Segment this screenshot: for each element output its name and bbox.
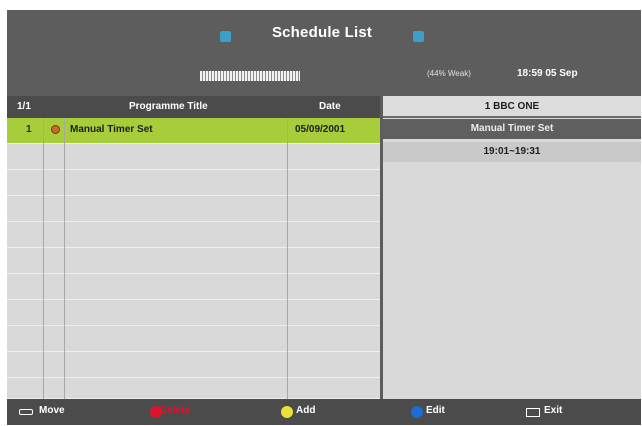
- table-row[interactable]: [7, 352, 380, 378]
- signal-quality-text: (44% Weak): [427, 69, 471, 78]
- table-row[interactable]: [7, 378, 380, 399]
- table-row[interactable]: [7, 274, 380, 300]
- page-title: Schedule List: [271, 24, 373, 41]
- detail-channel: 1 BBC ONE: [383, 96, 641, 118]
- table-row[interactable]: [7, 248, 380, 274]
- column-divider: [64, 118, 65, 399]
- row-date: 05/09/2001: [295, 124, 346, 135]
- exit-icon[interactable]: [526, 408, 540, 417]
- table-row[interactable]: [7, 144, 380, 170]
- yellow-button-icon[interactable]: [281, 406, 293, 418]
- table-row[interactable]: [7, 196, 380, 222]
- header: Schedule List: [7, 10, 641, 60]
- arrow-right-icon[interactable]: [413, 31, 424, 42]
- table-row[interactable]: 1 Manual Timer Set 05/09/2001: [7, 118, 380, 144]
- signal-strength-bar: [200, 71, 300, 81]
- timer-record-icon: [51, 125, 60, 134]
- row-programme-title: Manual Timer Set: [70, 124, 153, 135]
- schedule-table: 1/1 Programme Title Date 1 Manual Timer …: [7, 96, 380, 399]
- schedule-list-screen: Schedule List (44% Weak) 18:59 05 Sep 1/…: [7, 10, 641, 425]
- detail-time: 19:01~19:31: [383, 142, 641, 162]
- column-divider: [43, 118, 44, 399]
- table-row[interactable]: [7, 170, 380, 196]
- page-indicator: 1/1: [17, 101, 31, 112]
- footer-hints: Move Delete Add Edit Exit: [7, 399, 641, 425]
- column-divider: [287, 118, 288, 399]
- hint-edit: Edit: [426, 405, 445, 416]
- table-row[interactable]: [7, 300, 380, 326]
- hint-exit: Exit: [544, 405, 563, 416]
- column-date: Date: [319, 101, 341, 112]
- table-row[interactable]: [7, 326, 380, 352]
- hint-move: Move: [39, 405, 65, 416]
- clock: 18:59 05 Sep: [517, 68, 578, 79]
- arrow-left-icon[interactable]: [220, 31, 231, 42]
- detail-panel: 1 BBC ONE Manual Timer Set 19:01~19:31: [383, 96, 641, 399]
- navigation-arrows-icon: [19, 409, 33, 415]
- hint-delete: Delete: [160, 405, 191, 416]
- blue-button-icon[interactable]: [411, 406, 423, 418]
- hint-add: Add: [296, 405, 316, 416]
- detail-event-title: Manual Timer Set: [383, 119, 641, 139]
- row-number: 1: [26, 124, 32, 135]
- table-row[interactable]: [7, 222, 380, 248]
- column-programme-title: Programme Title: [129, 101, 208, 112]
- table-header: 1/1 Programme Title Date: [7, 96, 380, 118]
